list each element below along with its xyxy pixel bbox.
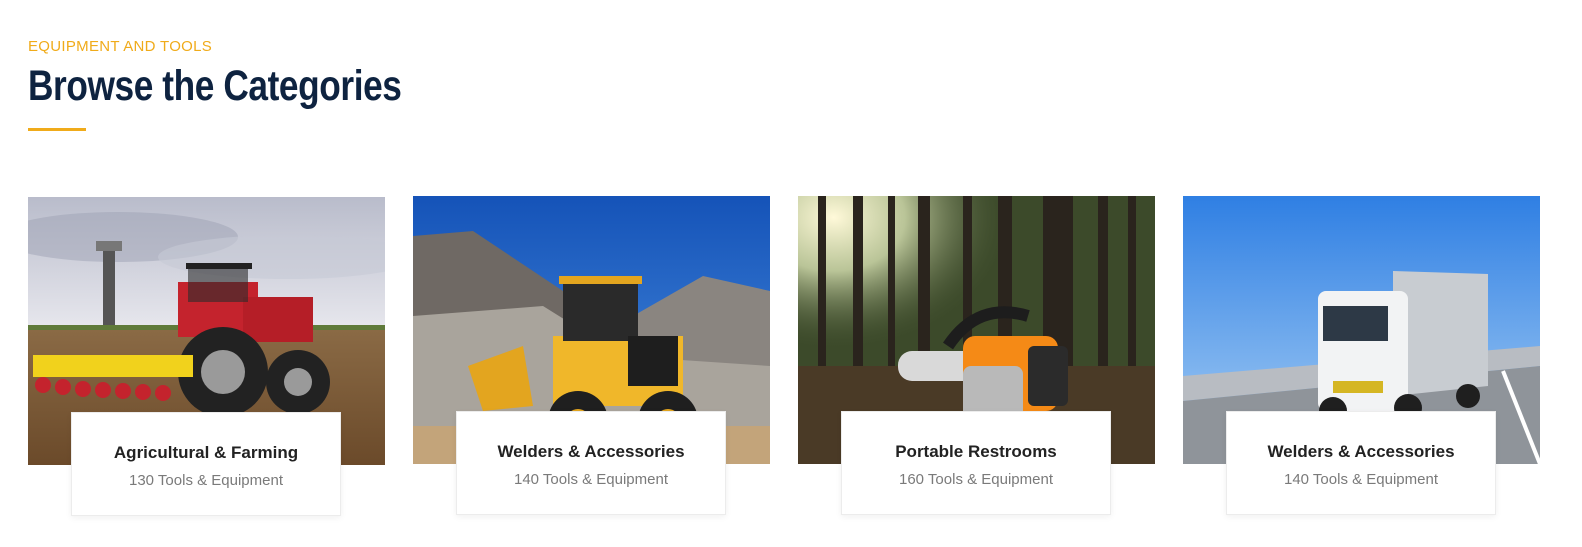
category-name[interactable]: Welders & Accessories [457,442,725,462]
category-card-welders-1[interactable]: Welders & Accessories 140 Tools & Equipm… [413,196,770,518]
category-info-box: Agricultural & Farming 130 Tools & Equip… [71,412,341,516]
section-eyebrow: EQUIPMENT AND TOOLS [28,38,213,55]
section-title: Browse the Categories [28,62,402,110]
category-card-welders-2[interactable]: Welders & Accessories 140 Tools & Equipm… [1183,196,1540,518]
category-name[interactable]: Welders & Accessories [1227,442,1495,462]
category-card-restrooms[interactable]: Portable Restrooms 160 Tools & Equipment [798,196,1155,518]
title-underline [28,128,86,131]
category-card-agricultural[interactable]: Agricultural & Farming 130 Tools & Equip… [28,197,385,519]
category-count: 140 Tools & Equipment [1284,471,1438,488]
category-info-box: Welders & Accessories 140 Tools & Equipm… [1226,411,1496,515]
category-info-box: Welders & Accessories 140 Tools & Equipm… [456,411,726,515]
category-count: 160 Tools & Equipment [899,471,1053,488]
category-name[interactable]: Agricultural & Farming [72,443,340,463]
category-count: 140 Tools & Equipment [514,471,668,488]
category-name[interactable]: Portable Restrooms [842,442,1110,462]
category-count: 130 Tools & Equipment [129,472,283,489]
category-info-box: Portable Restrooms 160 Tools & Equipment [841,411,1111,515]
